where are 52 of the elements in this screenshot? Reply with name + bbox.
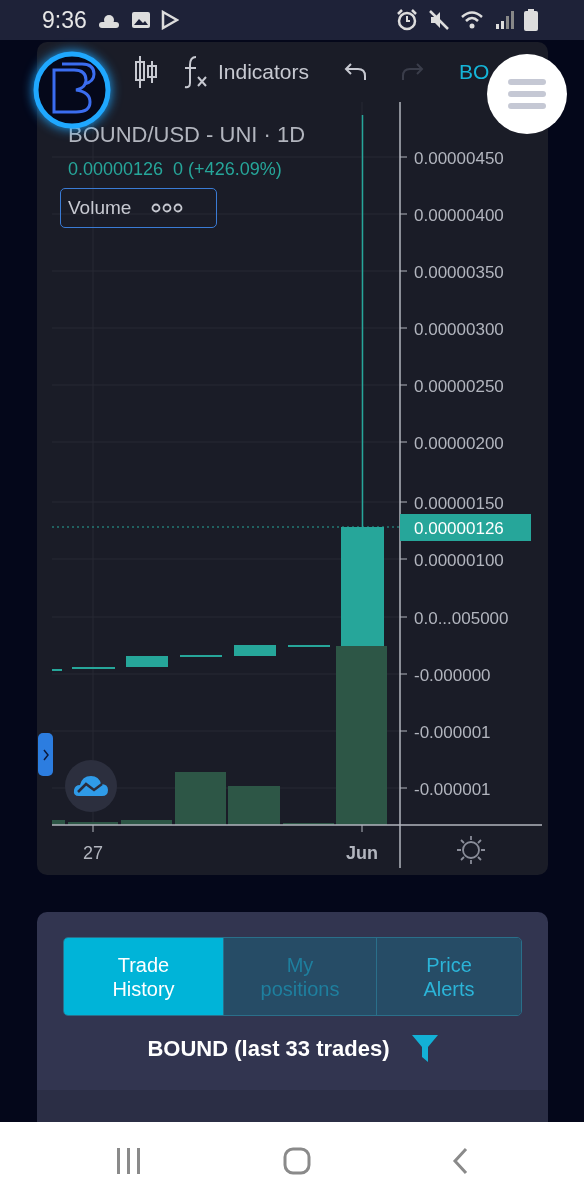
settings-icon[interactable] xyxy=(456,835,486,865)
side-handle[interactable] xyxy=(38,733,53,776)
axis-label: 0.00000350 xyxy=(414,263,504,282)
function-icon xyxy=(182,55,210,89)
last-price-label: 0.00000126 xyxy=(414,519,504,538)
axis-label: -0.000001 xyxy=(414,723,491,742)
status-time: 9:36 xyxy=(42,6,87,34)
play-store-icon xyxy=(160,10,179,30)
axis-label: -0.000001 xyxy=(414,780,491,799)
axis-label: 0.00000150 xyxy=(414,494,504,513)
undo-icon[interactable] xyxy=(343,61,368,83)
axis-label: 0.00000200 xyxy=(414,434,504,453)
candle xyxy=(126,656,168,667)
home-icon[interactable] xyxy=(283,1147,311,1175)
axis-label: 27 xyxy=(83,843,103,863)
axis-label: Jun xyxy=(346,843,378,863)
volume-bar xyxy=(121,820,172,825)
volume-bar xyxy=(52,820,65,825)
recent-apps-icon[interactable] xyxy=(116,1147,142,1175)
axis-label: 0.0...005000 xyxy=(414,609,509,628)
volume-legend[interactable]: Volume xyxy=(60,188,217,228)
cloud-button[interactable] xyxy=(65,760,117,812)
volume-bar xyxy=(228,786,280,825)
toolbar-link[interactable]: BO xyxy=(459,60,490,84)
indicators-button[interactable]: Indicators xyxy=(182,55,310,89)
legend-label: Volume xyxy=(68,197,132,219)
image-icon xyxy=(130,11,151,29)
menu-icon xyxy=(508,79,546,109)
volume-bar xyxy=(175,772,226,825)
volume-bar xyxy=(68,822,118,825)
axis-label: -0.000000 xyxy=(414,666,491,685)
alarm-icon xyxy=(396,9,418,31)
trades-heading: BOUND (last 33 trades) xyxy=(147,1036,390,1062)
candlestick-icon[interactable] xyxy=(134,55,158,89)
axis-label: 0.00000400 xyxy=(414,206,504,225)
more-icon[interactable] xyxy=(151,203,184,213)
signal-icon xyxy=(494,10,514,30)
battery-icon xyxy=(524,9,538,31)
wifi-icon xyxy=(460,10,484,30)
price-change: 0.00000126 0 (+426.09%) xyxy=(68,159,282,180)
mute-icon xyxy=(428,9,450,31)
filter-icon[interactable] xyxy=(411,1035,438,1063)
axis-label: 0.00000450 xyxy=(414,149,504,168)
chevron-icon xyxy=(42,748,49,761)
cloud-icon xyxy=(73,774,109,798)
axis-label: 0.00000300 xyxy=(414,320,504,339)
tab[interactable]: Price Alerts xyxy=(377,938,521,1015)
candle xyxy=(234,645,276,656)
chart-title: BOUND/USD - UNI · 1D xyxy=(68,122,306,148)
back-icon[interactable] xyxy=(452,1147,468,1175)
axis-label: 0.00000100 xyxy=(414,551,504,570)
axis-label: 0.00000250 xyxy=(414,377,504,396)
